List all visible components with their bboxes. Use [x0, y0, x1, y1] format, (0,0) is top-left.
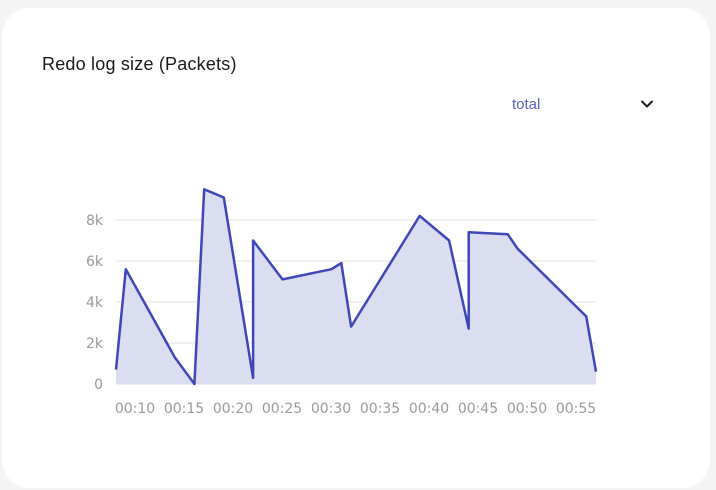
x-tick-label: 00:50: [507, 401, 547, 417]
y-axis-ticks: 0 2k 4k 6k 8k: [86, 213, 104, 393]
chart-plot: 0 2k 4k 6k 8k 00:10 00:15 00:20 00:25 00:30 00:35…: [86, 188, 598, 417]
x-tick-label: 00:25: [262, 401, 302, 417]
x-axis-ticks: 00:10 00:15 00:20 00:25 00:30 00:35 00:40 00:45…: [115, 401, 596, 417]
x-tick-label: 00:20: [213, 401, 253, 417]
x-tick-label: 00:45: [458, 401, 498, 417]
x-tick-label: 00:40: [409, 401, 449, 417]
y-tick-label: 0: [94, 377, 103, 393]
y-tick-label: 2k: [86, 336, 104, 352]
x-tick-label: 00:35: [360, 401, 400, 417]
y-tick-label: 8k: [86, 213, 104, 229]
y-tick-label: 4k: [86, 295, 104, 311]
x-tick-label: 00:15: [164, 401, 204, 417]
series-area-fill: [116, 189, 596, 384]
y-tick-label: 6k: [86, 254, 104, 270]
x-tick-label: 00:30: [311, 401, 351, 417]
x-tick-label: 00:10: [115, 401, 155, 417]
area-series: [114, 188, 598, 386]
x-tick-label: 00:55: [556, 401, 596, 417]
